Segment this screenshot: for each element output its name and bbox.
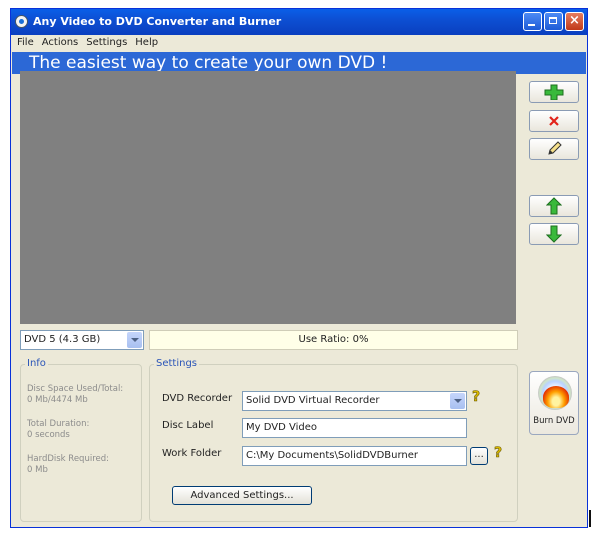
help-icon[interactable]: ? [494,445,503,462]
info-group: Info Disc Space Used/Total: 0 Mb/4474 Mb… [20,358,142,522]
flame-icon [543,386,569,408]
disc-label-input[interactable]: My DVD Video [242,418,467,438]
disc-size-select[interactable]: DVD 5 (4.3 GB) [20,330,144,350]
settings-legend: Settings [154,358,200,369]
dvd-recorder-label: DVD Recorder [162,393,233,404]
move-up-button[interactable] [529,195,579,217]
title-bar[interactable]: Any Video to DVD Converter and Burner × [11,9,587,35]
menu-actions[interactable]: Actions [38,35,83,48]
disc-size-value: DVD 5 (4.3 GB) [24,334,101,345]
add-button[interactable] [529,81,579,103]
move-down-icon [546,225,562,243]
disc-label-label: Disc Label [162,420,214,431]
duration-value: 0 seconds [27,430,70,440]
dvd-recorder-select[interactable]: Solid DVD Virtual Recorder [242,391,467,411]
burn-dvd-button[interactable]: Burn DVD [529,371,579,435]
move-down-button[interactable] [529,223,579,245]
app-window: Any Video to DVD Converter and Burner × … [10,8,588,528]
add-icon [544,84,564,100]
work-folder-input[interactable]: C:\My Documents\SolidDVDBurner [242,446,467,466]
advanced-settings-button[interactable]: Advanced Settings... [172,486,312,505]
remove-icon [549,116,559,126]
disc-space-label: Disc Space Used/Total: [27,384,124,394]
harddisk-value: 0 Mb [27,465,48,475]
edit-button[interactable] [529,138,579,160]
text-cursor [589,510,591,527]
menu-file[interactable]: File [11,35,38,48]
move-up-icon [546,197,562,215]
menu-settings[interactable]: Settings [82,35,131,48]
video-list-area[interactable] [20,71,516,324]
menu-help[interactable]: Help [131,35,162,48]
work-folder-label: Work Folder [162,448,222,459]
burn-dvd-label: Burn DVD [533,416,575,426]
disc-space-value: 0 Mb/4474 Mb [27,395,88,405]
help-icon[interactable]: ? [472,389,481,406]
close-button[interactable]: × [565,12,584,31]
use-ratio-bar: Use Ratio: 0% [149,330,518,350]
harddisk-label: HardDisk Required: [27,454,109,464]
chevron-down-icon[interactable] [127,332,142,348]
edit-icon [548,141,562,155]
dvd-recorder-value: Solid DVD Virtual Recorder [246,395,380,406]
chevron-down-icon[interactable] [450,393,465,409]
disc-label-value: My DVD Video [246,422,317,433]
duration-label: Total Duration: [27,419,90,429]
minimize-button[interactable] [523,12,542,31]
settings-group: Settings DVD Recorder Solid DVD Virtual … [149,358,518,522]
use-ratio-text: Use Ratio: 0% [298,334,369,345]
browse-button[interactable]: ... [470,447,488,465]
remove-button[interactable] [529,110,579,132]
window-title: Any Video to DVD Converter and Burner [33,15,282,28]
app-icon [15,15,28,28]
work-folder-value: C:\My Documents\SolidDVDBurner [246,450,419,461]
menu-bar: File Actions Settings Help [11,35,587,51]
info-legend: Info [25,358,48,369]
maximize-button[interactable] [544,12,563,31]
